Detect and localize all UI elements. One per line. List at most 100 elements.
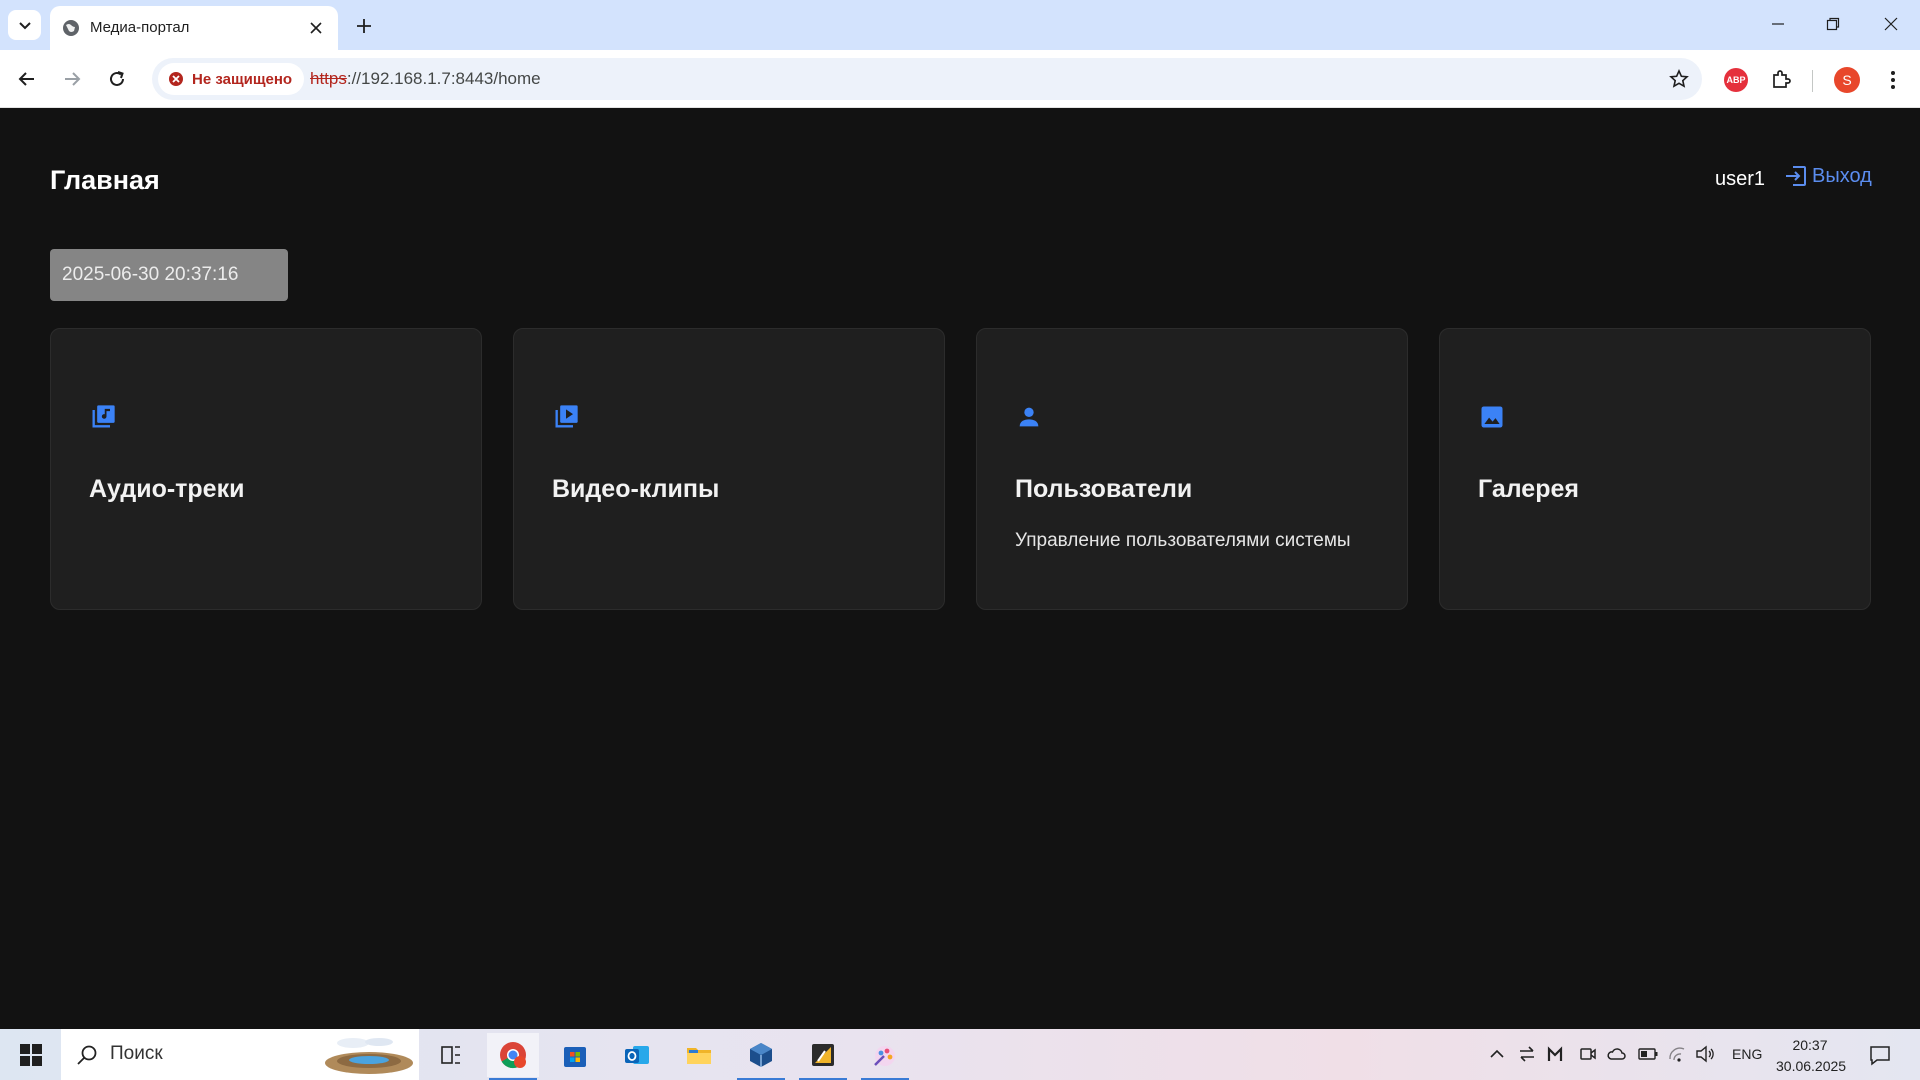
browser-tab-strip: Медиа-портал — [0, 0, 1920, 50]
minimize-button[interactable] — [1755, 8, 1801, 40]
card-title: Пользователи — [1015, 475, 1193, 503]
taskbar-file-explorer[interactable] — [673, 1033, 725, 1077]
task-view-icon — [441, 1046, 460, 1064]
tray-sync[interactable] — [1516, 1043, 1538, 1065]
tray-app[interactable] — [1544, 1043, 1566, 1065]
search-icon — [77, 1045, 97, 1065]
restore-icon — [1826, 17, 1840, 31]
cloud-icon — [1607, 1048, 1626, 1060]
bookmark-button[interactable] — [1666, 66, 1692, 92]
restore-button[interactable] — [1810, 8, 1856, 40]
logout-icon — [1786, 166, 1806, 186]
tab-title: Медиа-портал — [90, 19, 190, 36]
tray-meet[interactable] — [1577, 1043, 1599, 1065]
notification-icon — [1870, 1046, 1890, 1066]
task-view-button[interactable] — [425, 1033, 477, 1077]
reload-icon — [110, 71, 124, 86]
taskbar-app-paint[interactable] — [859, 1033, 911, 1080]
logout-link[interactable]: Выход — [1784, 164, 1872, 188]
back-button[interactable] — [10, 62, 44, 96]
taskbar-store[interactable] — [549, 1033, 601, 1077]
address-bar[interactable]: Не защищено https://192.168.1.7:8443/hom… — [152, 58, 1702, 100]
arrow-left-icon — [18, 72, 34, 86]
clock-date: 30.06.2025 — [1776, 1058, 1847, 1074]
card-description: Управление пользователями системы — [1015, 530, 1351, 551]
forward-button[interactable] — [55, 62, 89, 96]
puzzle-icon — [1773, 70, 1791, 88]
clock-time: 20:37 — [1792, 1037, 1828, 1053]
input-language[interactable]: ENG — [1732, 1046, 1762, 1062]
search-highlight-illustration — [325, 1038, 413, 1074]
card-users[interactable]: Пользователи Управление пользователями с… — [976, 328, 1408, 610]
arrow-right-icon — [65, 72, 81, 86]
profile-avatar: S — [1834, 67, 1860, 93]
current-datetime: 2025-06-30 20:37:16 — [50, 249, 288, 301]
current-username: user1 — [1715, 168, 1766, 190]
globe-icon — [63, 20, 79, 36]
url-text[interactable]: https://192.168.1.7:8443/home — [310, 69, 541, 89]
card-audio-tracks[interactable]: Аудио-треки — [50, 328, 482, 610]
taskbar-chrome[interactable] — [487, 1033, 539, 1080]
chrome-icon — [500, 1042, 526, 1069]
more-vertical-icon — [1891, 71, 1895, 89]
close-icon — [1884, 17, 1898, 31]
start-button[interactable] — [10, 1037, 52, 1073]
taskbar-clock[interactable]: 20:37 30.06.2025 — [1776, 1035, 1847, 1077]
taskbar-search-placeholder: Поиск — [110, 1043, 163, 1064]
camera-icon — [1580, 1048, 1596, 1060]
browser-menu-button[interactable] — [1879, 66, 1907, 94]
taskbar-app-terminal[interactable] — [797, 1033, 849, 1080]
person-icon — [1019, 407, 1039, 427]
adblock-extension-button[interactable]: ABP — [1722, 66, 1750, 94]
taskbar-outlook[interactable] — [611, 1033, 663, 1077]
folder-icon — [687, 1048, 711, 1064]
app-icon — [812, 1044, 834, 1066]
reload-button[interactable] — [100, 62, 134, 96]
card-gallery[interactable]: Галерея — [1439, 328, 1871, 610]
video-library-icon — [555, 405, 578, 428]
virtualbox-icon — [750, 1043, 772, 1067]
card-video-clips[interactable]: Видео-клипы — [513, 328, 945, 610]
star-icon — [1669, 69, 1689, 88]
battery-icon — [1638, 1048, 1658, 1060]
adblock-icon: ABP — [1724, 68, 1748, 92]
card-title: Аудио-треки — [89, 475, 245, 503]
close-icon — [310, 22, 322, 34]
browser-toolbar: Не защищено https://192.168.1.7:8443/hom… — [0, 50, 1920, 108]
security-label: Не защищено — [192, 70, 293, 88]
page-content: Главная user1 Выход 2025-06-30 20:37:16 … — [0, 109, 1920, 1029]
security-indicator[interactable]: Не защищено — [158, 63, 305, 95]
tray-network[interactable] — [1666, 1043, 1688, 1065]
taskbar-virtualbox[interactable] — [735, 1033, 787, 1080]
wifi-icon — [1669, 1047, 1685, 1062]
speaker-icon — [1696, 1045, 1714, 1063]
close-window-button[interactable] — [1868, 8, 1914, 40]
taskbar-search-box[interactable]: Поиск — [61, 1029, 419, 1080]
card-title: Галерея — [1478, 475, 1579, 503]
url-host-path: ://192.168.1.7:8443/home — [346, 69, 541, 88]
extensions-button[interactable] — [1767, 66, 1795, 94]
toolbar-divider — [1812, 70, 1813, 92]
page-title: Главная — [50, 165, 160, 195]
transfer-icon — [1520, 1046, 1534, 1062]
paint-icon — [874, 1046, 895, 1066]
tray-battery[interactable] — [1637, 1043, 1659, 1065]
tray-onedrive[interactable] — [1605, 1043, 1627, 1065]
new-tab-button[interactable] — [350, 12, 378, 40]
tab-close-button[interactable] — [306, 18, 326, 38]
card-title: Видео-клипы — [552, 475, 720, 503]
plus-icon — [357, 19, 371, 33]
logout-label: Выход — [1812, 164, 1872, 187]
minimize-icon — [1772, 23, 1784, 25]
chevron-up-icon — [1490, 1049, 1504, 1058]
section-cards: Аудио-треки Видео-клипы Пользователи Упр… — [50, 328, 1871, 610]
notifications-button[interactable] — [1866, 1041, 1894, 1069]
warning-circle-icon — [169, 72, 183, 86]
browser-tab[interactable]: Медиа-портал — [50, 6, 338, 50]
profile-button[interactable]: S — [1833, 66, 1861, 94]
audio-library-icon — [92, 405, 115, 428]
chevron-down-icon — [18, 22, 31, 30]
show-hidden-icons-button[interactable] — [1486, 1043, 1508, 1065]
tray-volume[interactable] — [1694, 1043, 1716, 1065]
tab-search-button[interactable] — [8, 10, 41, 40]
